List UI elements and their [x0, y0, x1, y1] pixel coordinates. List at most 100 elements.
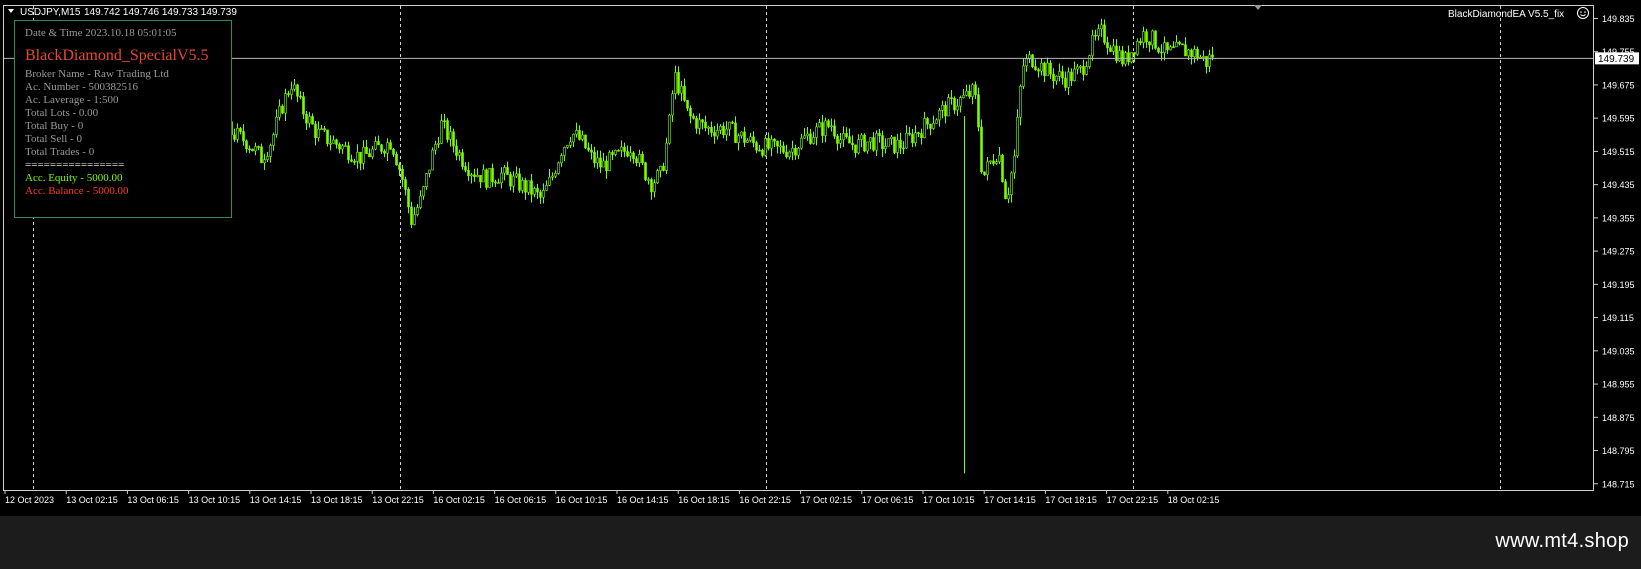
time-tick-label: 12 Oct 2023	[5, 495, 54, 505]
candle-body	[326, 129, 329, 144]
candle-body	[1091, 34, 1094, 56]
candle-body	[236, 128, 239, 140]
candle-body	[911, 133, 914, 143]
candle-body	[551, 175, 554, 178]
candle-body	[464, 166, 467, 171]
panel-datetime: Date & Time 2023.10.18 05:01:05	[25, 27, 177, 39]
candle-body	[284, 93, 287, 114]
candle-body	[242, 131, 245, 142]
time-tick-label: 13 Oct 02:15	[66, 495, 118, 505]
candle-body	[641, 153, 644, 163]
candle-body	[953, 98, 956, 111]
candle-body	[734, 122, 737, 143]
candle-body	[722, 125, 725, 135]
candle-body	[1097, 28, 1100, 37]
candle-body	[509, 174, 512, 187]
smiley-icon[interactable]	[1577, 7, 1589, 19]
candle-body	[914, 132, 917, 143]
candle-body	[752, 136, 755, 144]
candle-body	[863, 134, 866, 152]
candle-body	[905, 132, 908, 149]
ohlc-values: 149.742 149.746 149.733 149.739	[84, 7, 237, 18]
candle-body	[713, 132, 716, 137]
candle-body	[749, 136, 752, 141]
candle-body	[1067, 71, 1070, 88]
candle-body	[380, 144, 383, 152]
panel-title: BlackDiamond_SpecialV5.5	[25, 47, 209, 64]
price-chart[interactable]: 149.835149.755149.675149.595149.515149.4…	[0, 0, 1641, 516]
candle-body	[503, 167, 506, 174]
candle-body	[323, 128, 326, 131]
panel-trades: Total Trades - 0	[25, 146, 95, 158]
candle-body	[686, 100, 689, 109]
candle-body	[920, 133, 923, 138]
candle-body	[1076, 66, 1079, 70]
candle-body	[977, 94, 980, 128]
candle-body	[872, 137, 875, 151]
candle-body	[758, 149, 761, 152]
time-tick-label: 17 Oct 02:15	[801, 495, 853, 505]
candle-body	[332, 139, 335, 144]
candle-body	[995, 161, 998, 164]
candle-body	[524, 180, 527, 193]
candle-body	[506, 167, 509, 175]
candle-body	[281, 105, 284, 114]
time-tick-label: 13 Oct 06:15	[127, 495, 179, 505]
candle-body	[308, 116, 311, 124]
price-tick-label: 148.795	[1602, 446, 1635, 456]
candle-body	[1016, 116, 1019, 157]
candle-body	[1160, 51, 1163, 54]
candle-body	[812, 137, 815, 144]
candle-body	[791, 147, 794, 153]
candle-body	[329, 143, 332, 145]
candle-body	[1004, 181, 1007, 200]
candle-body	[1142, 31, 1145, 44]
candle-body	[950, 97, 953, 99]
candle-body	[1043, 62, 1046, 76]
candle-body	[704, 121, 707, 129]
candle-body	[1139, 41, 1142, 44]
candle-body	[272, 134, 275, 146]
candle-body	[290, 88, 293, 95]
footer-bar: www.mt4.shop	[0, 516, 1641, 569]
candle-body	[455, 145, 458, 156]
candle-body	[1007, 194, 1010, 200]
candle-body	[395, 154, 398, 166]
candle-body	[656, 170, 659, 184]
candle-body	[1118, 50, 1121, 62]
time-tick-label: 17 Oct 22:15	[1107, 495, 1159, 505]
candle-body	[293, 84, 296, 90]
candle-body	[1175, 41, 1178, 48]
candle-body	[494, 181, 497, 184]
ea-label: BlackDiamondEA V5.5_fix	[1448, 9, 1564, 20]
candle-body	[320, 128, 323, 130]
time-tick-label: 13 Oct 14:15	[250, 495, 302, 505]
chart-window[interactable]: 149.835 149.755 149.675 149.595 149.515 149.4…	[0, 0, 1641, 516]
candle-body	[1055, 75, 1058, 82]
candle-body	[257, 146, 260, 148]
panel-leverage: Ac. Laverage - 1:500	[25, 94, 119, 106]
candle-body	[311, 116, 314, 125]
candle-body	[743, 131, 746, 143]
candle-body	[365, 146, 368, 154]
candle-body	[548, 176, 551, 186]
price-axis: 149.835149.755149.675149.595149.515149.4…	[1594, 14, 1635, 489]
candle-body	[611, 152, 614, 155]
candle-body	[662, 165, 665, 171]
candle-body	[341, 145, 344, 150]
candle-body	[647, 179, 650, 181]
candle-body	[1079, 66, 1082, 68]
candle-body	[1034, 66, 1037, 70]
candle-body	[239, 128, 242, 132]
candle-body	[527, 180, 530, 193]
candle-body	[1211, 54, 1214, 58]
plot-border	[3, 5, 1594, 491]
candle-body	[392, 148, 395, 155]
price-tick-label: 148.955	[1602, 380, 1635, 390]
price-tick-label: 149.355	[1602, 213, 1635, 223]
price-tick-label: 149.595	[1602, 114, 1635, 124]
shift-marker-icon[interactable]	[1254, 5, 1262, 10]
candle-body	[419, 195, 422, 208]
candle-body	[947, 97, 950, 117]
chart-menu-triangle-icon[interactable]	[8, 9, 14, 13]
